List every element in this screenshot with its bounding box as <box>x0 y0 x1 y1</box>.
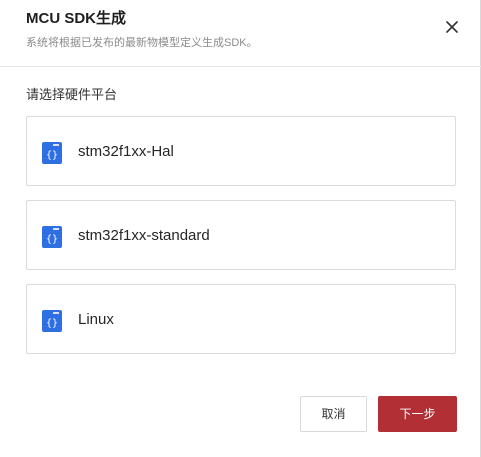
platform-option-linux[interactable]: {} Linux <box>26 284 456 354</box>
dialog-subtitle: 系统将根据已发布的最新物模型定义生成SDK。 <box>26 37 258 49</box>
platform-option-label: Linux <box>78 311 114 328</box>
platform-option-label: stm32f1xx-Hal <box>78 143 174 160</box>
next-step-button[interactable]: 下一步 <box>378 396 457 432</box>
code-braces-icon: {} <box>42 142 62 164</box>
code-braces-icon: {} <box>42 226 62 248</box>
svg-text:{}: {} <box>46 318 58 329</box>
svg-text:{}: {} <box>46 234 58 245</box>
cancel-button[interactable]: 取消 <box>300 396 367 432</box>
header-divider <box>0 66 481 67</box>
platform-option-stm32f1xx-standard[interactable]: {} stm32f1xx-standard <box>26 200 456 270</box>
svg-text:{}: {} <box>46 150 58 161</box>
platform-section-label: 请选择硬件平台 <box>26 87 118 102</box>
platform-option-label: stm32f1xx-standard <box>78 227 210 244</box>
close-button[interactable] <box>441 16 463 38</box>
platform-option-stm32f1xx-hal[interactable]: {} stm32f1xx-Hal <box>26 116 456 186</box>
sdk-generate-dialog: MCU SDK生成 系统将根据已发布的最新物模型定义生成SDK。 请选择硬件平台… <box>0 0 481 457</box>
dialog-title: MCU SDK生成 <box>26 10 126 27</box>
code-braces-icon: {} <box>42 310 62 332</box>
close-icon <box>446 21 458 33</box>
